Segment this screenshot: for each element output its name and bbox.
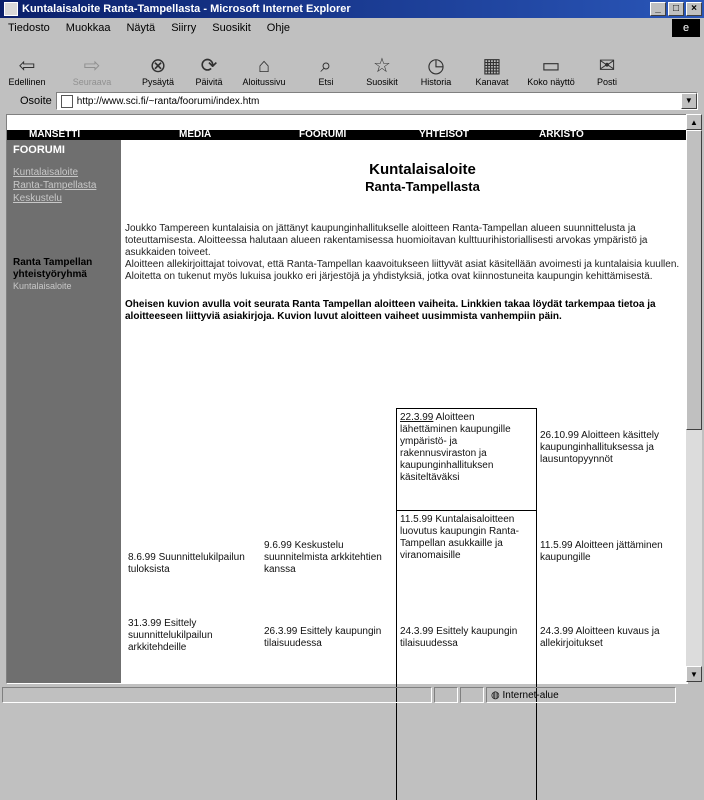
mail-icon: ✉ [598, 55, 616, 77]
timeline-instructions: Oheisen kuvion avulla voit seurata Ranta… [125, 299, 656, 322]
stop-button[interactable]: ⊗ Pysäytä [130, 41, 186, 89]
channels-button[interactable]: ▦ Kanavat [464, 41, 520, 89]
status-bar: ◍ Internet-alue [0, 684, 704, 706]
status-pane [460, 687, 484, 703]
window-title: Kuntalaisaloite Ranta-Tampellasta - Micr… [22, 3, 351, 15]
page-subtitle: Ranta-Tampellasta [365, 179, 480, 194]
nav-foorumi[interactable]: FOORUMI [247, 130, 367, 140]
favorites-icon: ☆ [373, 55, 391, 77]
timeline-item[interactable]: 8.6.99 Suunnittelukilpailun tuloksista [128, 552, 254, 576]
address-bar: Osoite http://www.sci.fi/~ranta/foorumi/… [0, 90, 704, 112]
intro-paragraph: Joukko Tampereen kuntalaisia on jättänyt… [125, 223, 648, 258]
address-field[interactable]: http://www.sci.fi/~ranta/foorumi/index.h… [55, 92, 698, 110]
site-nav: MANSETTI MEDIA FOORUMI YHTEISÖT ARKISTO [7, 130, 687, 140]
maximize-button[interactable]: □ [668, 2, 684, 16]
address-url: http://www.sci.fi/~ranta/foorumi/index.h… [76, 95, 260, 107]
menu-edit[interactable]: Muokkaa [58, 22, 119, 34]
menu-bar: Tiedosto Muokkaa Näytä Siirry Suosikit O… [0, 18, 704, 38]
nav-media[interactable]: MEDIA [127, 130, 247, 140]
forward-button[interactable]: ⇨ Seuraava [54, 41, 130, 89]
scroll-thumb[interactable] [686, 130, 702, 430]
status-pane [434, 687, 458, 703]
favorites-button[interactable]: ☆ Suosikit [356, 41, 408, 89]
menu-go[interactable]: Siirry [163, 22, 204, 34]
refresh-button[interactable]: ⟳ Päivitä [186, 41, 232, 89]
window-title-bar[interactable]: Kuntalaisaloite Ranta-Tampellasta - Micr… [0, 0, 704, 18]
refresh-icon: ⟳ [200, 55, 218, 77]
timeline-item[interactable]: 11.5.99 Aloitteen jättäminen kaupungille [540, 540, 670, 564]
close-button[interactable]: × [686, 2, 702, 16]
search-button[interactable]: ⌕ Etsi [296, 41, 356, 89]
channels-icon: ▦ [482, 55, 502, 77]
ie-logo-icon: e [672, 19, 700, 37]
menu-help[interactable]: Ohje [259, 22, 298, 34]
timeline-item[interactable]: 11.5.99 Kuntalaisaloitteen luovutus kaup… [400, 514, 530, 562]
sidebar-org-title: Ranta Tampellan yhteistyöryhmä [13, 257, 93, 280]
intro-paragraph: Aloitteen allekirjoittajat toivovat, ett… [125, 259, 680, 282]
timeline-item[interactable]: 9.6.99 Keskustelu suunnitelmista arkkite… [264, 540, 390, 576]
scroll-down-icon[interactable]: ▼ [686, 666, 702, 682]
sidebar-org-link[interactable]: Kuntalaisaloite [13, 281, 121, 291]
fullscreen-icon: ▭ [541, 55, 561, 77]
menu-view[interactable]: Näytä [118, 22, 163, 34]
sidebar-section-title: FOORUMI [13, 144, 65, 156]
timeline-item[interactable]: 26.10.99 Aloitteen käsittely kaupunginha… [540, 430, 670, 466]
sidebar-link-aloite[interactable]: Kuntalaisaloite [13, 166, 121, 179]
back-arrow-icon: ⇦ [18, 55, 36, 77]
back-button[interactable]: ⇦ Edellinen [0, 41, 54, 89]
home-icon: ⌂ [257, 55, 271, 77]
search-icon: ⌕ [320, 55, 332, 77]
nav-mansetti[interactable]: MANSETTI [7, 130, 127, 140]
sidebar-link-keskustelu[interactable]: Keskustelu [13, 192, 121, 205]
status-text [2, 687, 432, 703]
timeline-item[interactable]: 24.3.99 Aloitteen kuvaus ja allekirjoitu… [540, 626, 670, 650]
toolbar: ⇦ Edellinen ⇨ Seuraava ⊗ Pysäytä ⟳ Päivitä ⌂… [0, 39, 704, 89]
ie-app-icon [4, 2, 18, 16]
nav-arkisto[interactable]: ARKISTO [487, 130, 607, 140]
status-zone: ◍ Internet-alue [486, 687, 676, 703]
globe-icon: ◍ [491, 690, 503, 701]
timeline-item[interactable]: 31.3.99 Esittely suunnittelukilpailun ar… [128, 618, 254, 654]
timeline-item[interactable]: 26.3.99 Esittely kaupungin tilaisuudessa [264, 626, 390, 650]
chevron-down-icon[interactable]: ▼ [680, 93, 697, 109]
page-viewport: MANSETTI MEDIA FOORUMI YHTEISÖT ARKISTO … [6, 114, 688, 684]
stop-icon: ⊗ [149, 55, 167, 77]
address-label: Osoite [20, 95, 52, 107]
history-icon: ◷ [427, 55, 445, 77]
menu-file[interactable]: Tiedosto [0, 22, 58, 34]
forward-arrow-icon: ⇨ [83, 55, 101, 77]
timeline-item[interactable]: 22.3.99 Aloitteen lähettäminen kaupungil… [400, 412, 530, 484]
main-content: Kuntalaisaloite Ranta-Tampellasta Joukko… [125, 145, 685, 323]
nav-yhteisot[interactable]: YHTEISÖT [367, 130, 487, 140]
history-button[interactable]: ◷ Historia [408, 41, 464, 89]
minimize-button[interactable]: _ [650, 2, 666, 16]
home-button[interactable]: ⌂ Aloitussivu [232, 41, 296, 89]
vertical-scrollbar[interactable]: ▲ ▼ [686, 114, 702, 682]
timeline-item[interactable]: 24.3.99 Esittely kaupungin tilaisuudessa [400, 626, 530, 650]
page-icon [60, 94, 73, 108]
page-title: Kuntalaisaloite [369, 161, 476, 178]
mail-button[interactable]: ✉ Posti [582, 41, 632, 89]
scroll-up-icon[interactable]: ▲ [686, 114, 702, 130]
sidebar-link-ranta[interactable]: Ranta-Tampellasta [13, 179, 121, 192]
intro-text: Joukko Tampereen kuntalaisia on jättänyt… [125, 223, 680, 283]
menu-favorites[interactable]: Suosikit [204, 22, 259, 34]
sidebar: FOORUMI Kuntalaisaloite Ranta-Tampellast… [7, 140, 121, 683]
fullscreen-button[interactable]: ▭ Koko näyttö [520, 41, 582, 89]
